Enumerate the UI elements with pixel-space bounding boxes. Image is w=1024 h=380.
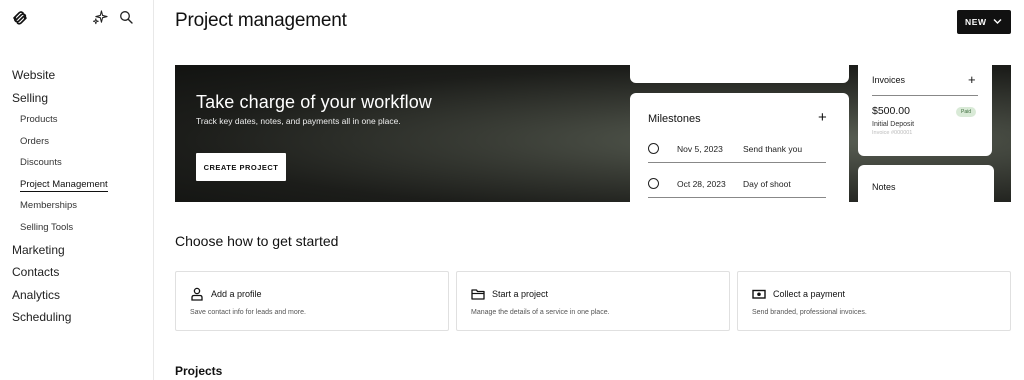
sidebar: Website Selling Products Orders Discount… [0, 0, 154, 380]
sidebar-item-label: Project Management [20, 178, 108, 192]
sidebar-item-contacts[interactable]: Contacts [0, 261, 154, 284]
chevron-down-icon [993, 19, 1002, 24]
start-project-option[interactable]: Start a project Manage the details of a … [456, 271, 730, 331]
milestone-label: Day of shoot [743, 179, 791, 189]
plus-icon: + [968, 72, 976, 87]
option-description: Send branded, professional invoices. [752, 309, 867, 316]
milestones-card: Milestones + Nov 5, 2023 Send thank you … [630, 93, 849, 202]
sidebar-nav: Website Selling Products Orders Discount… [0, 64, 154, 329]
preview-card-stub [630, 65, 849, 83]
page-title: Project management [175, 10, 347, 31]
invoice-amount: $500.00 [872, 105, 910, 117]
person-icon [191, 287, 203, 301]
collect-payment-option[interactable]: Collect a payment Send branded, professi… [737, 271, 1011, 331]
add-profile-option[interactable]: Add a profile Save contact info for lead… [175, 271, 449, 331]
milestone-row: Nov 5, 2023 Send thank you [648, 139, 826, 163]
sidebar-item-products[interactable]: Products [0, 109, 154, 131]
status-badge: Paid [956, 107, 976, 117]
milestone-row: Oct 28, 2023 Day of shoot [648, 174, 826, 198]
milestone-date: Nov 5, 2023 [677, 144, 723, 154]
sidebar-item-analytics[interactable]: Analytics [0, 284, 154, 307]
squarespace-logo-icon[interactable] [12, 10, 28, 26]
option-title: Add a profile [211, 289, 262, 299]
sidebar-item-discounts[interactable]: Discounts [0, 152, 154, 174]
notes-title: Notes [872, 182, 896, 192]
option-description: Manage the details of a service in one p… [471, 309, 610, 316]
invoices-card: Invoices + $500.00 Paid Initial Deposit … [858, 65, 992, 156]
notes-card: Notes [858, 165, 994, 202]
milestone-date: Oct 28, 2023 [677, 179, 726, 189]
section-title-get-started: Choose how to get started [175, 233, 339, 249]
invoices-title: Invoices [872, 75, 906, 85]
sidebar-item-marketing[interactable]: Marketing [0, 239, 154, 262]
sidebar-item-website[interactable]: Website [0, 64, 154, 87]
divider [872, 95, 978, 96]
option-description: Save contact info for leads and more. [190, 309, 306, 316]
option-title: Start a project [492, 289, 549, 299]
sidebar-item-scheduling[interactable]: Scheduling [0, 306, 154, 329]
folder-icon [471, 289, 485, 300]
hero-banner: Take charge of your workflow Track key d… [175, 65, 1011, 202]
sidebar-item-orders[interactable]: Orders [0, 131, 154, 153]
invoice-number: Invoice #000001 [872, 130, 913, 136]
option-title: Collect a payment [773, 289, 846, 299]
radio-circle-icon [648, 178, 659, 189]
sidebar-item-memberships[interactable]: Memberships [0, 195, 154, 217]
sidebar-item-project-management[interactable]: Project Management [0, 174, 154, 196]
radio-circle-icon [648, 143, 659, 154]
search-icon[interactable] [119, 10, 133, 24]
cash-icon [752, 289, 766, 299]
sparkle-icon[interactable] [93, 10, 108, 25]
hero-subtitle: Track key dates, notes, and payments all… [196, 116, 401, 126]
milestones-title: Milestones [648, 113, 701, 125]
create-project-button[interactable]: CREATE PROJECT [196, 153, 286, 181]
new-button[interactable]: NEW [957, 10, 1011, 34]
invoice-description: Initial Deposit [872, 121, 915, 128]
section-title-projects: Projects [175, 364, 223, 378]
new-button-label: NEW [965, 17, 987, 27]
milestone-label: Send thank you [743, 144, 803, 154]
sidebar-item-selling[interactable]: Selling [0, 87, 154, 110]
sidebar-item-selling-tools[interactable]: Selling Tools [0, 217, 154, 239]
plus-icon: + [818, 109, 827, 126]
hero-title: Take charge of your workflow [196, 92, 432, 112]
